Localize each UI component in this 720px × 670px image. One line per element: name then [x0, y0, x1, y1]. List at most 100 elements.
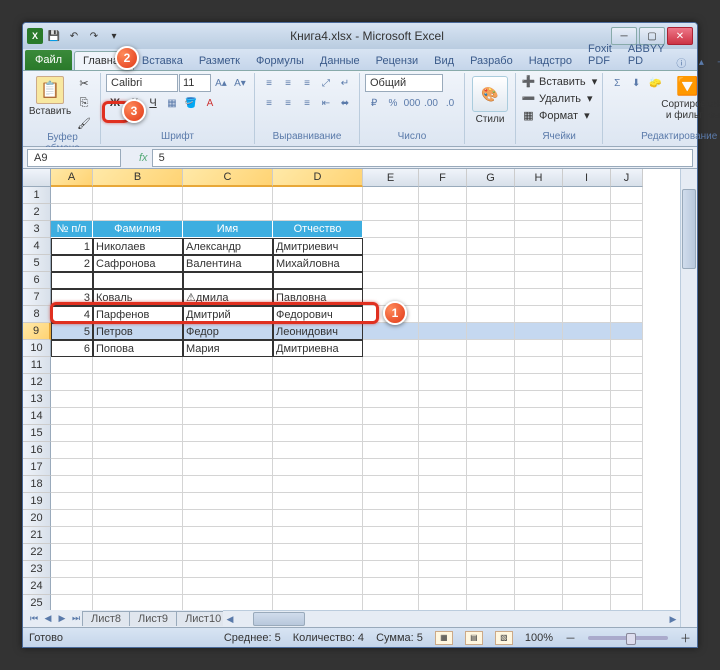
cell[interactable] [419, 187, 467, 204]
cell[interactable] [51, 510, 93, 527]
cell[interactable] [563, 323, 611, 340]
cell[interactable] [273, 544, 363, 561]
cell[interactable] [515, 221, 563, 238]
cell[interactable]: Мария [183, 340, 273, 357]
cell[interactable] [563, 255, 611, 272]
col-header-C[interactable]: C [183, 169, 273, 187]
cell[interactable] [183, 357, 273, 374]
tab-nav-first-icon[interactable]: ⏮ [27, 612, 41, 626]
view-break-icon[interactable]: ▧ [495, 631, 513, 645]
fill-icon[interactable]: ⬇ [627, 74, 645, 92]
inc-decimal-icon[interactable]: .00 [422, 94, 440, 112]
cell[interactable] [363, 374, 419, 391]
cell[interactable] [563, 272, 611, 289]
cell[interactable] [363, 272, 419, 289]
cell[interactable] [611, 357, 643, 374]
hscroll-left-icon[interactable]: ◀ [223, 612, 237, 626]
col-header-B[interactable]: B [93, 169, 183, 187]
cell[interactable] [93, 544, 183, 561]
cell[interactable] [563, 391, 611, 408]
cell[interactable] [515, 408, 563, 425]
cell[interactable] [611, 578, 643, 595]
tab-review[interactable]: Рецензи [368, 52, 427, 70]
view-normal-icon[interactable]: ▦ [435, 631, 453, 645]
hscroll-thumb[interactable] [253, 612, 305, 626]
cell[interactable] [419, 442, 467, 459]
cell[interactable]: Дмитрий [183, 306, 273, 323]
fx-icon[interactable]: fx [139, 152, 148, 164]
cell[interactable]: Дмитриевна [273, 340, 363, 357]
cell[interactable] [467, 561, 515, 578]
cell[interactable] [467, 459, 515, 476]
cell[interactable] [611, 459, 643, 476]
cell[interactable] [467, 289, 515, 306]
number-format-select[interactable]: Общий [365, 74, 443, 92]
cell[interactable] [51, 459, 93, 476]
row-header-5[interactable]: 5 [23, 255, 51, 272]
row-header-21[interactable]: 21 [23, 527, 51, 544]
cell[interactable] [183, 442, 273, 459]
cell[interactable] [93, 391, 183, 408]
cell[interactable] [363, 527, 419, 544]
redo-icon[interactable]: ↷ [85, 27, 103, 45]
align-center-icon[interactable]: ≡ [279, 94, 297, 112]
undo-icon[interactable]: ↶ [65, 27, 83, 45]
cell[interactable] [515, 493, 563, 510]
cell[interactable] [51, 187, 93, 204]
cut-icon[interactable]: ✂ [73, 74, 95, 92]
cell[interactable] [563, 578, 611, 595]
cell[interactable] [611, 221, 643, 238]
sheet-tab-Лист8[interactable]: Лист8 [82, 611, 130, 626]
col-header-D[interactable]: D [273, 169, 363, 187]
cell[interactable] [611, 476, 643, 493]
cell[interactable] [93, 408, 183, 425]
row-header-1[interactable]: 1 [23, 187, 51, 204]
cell[interactable] [467, 272, 515, 289]
row-header-17[interactable]: 17 [23, 459, 51, 476]
tab-layout[interactable]: Разметк [191, 52, 248, 70]
cell[interactable]: Петров [93, 323, 183, 340]
border-icon[interactable]: ▦ [163, 94, 181, 112]
cell[interactable] [467, 238, 515, 255]
row-header-8[interactable]: 8 [23, 306, 51, 323]
cell[interactable] [51, 442, 93, 459]
cell[interactable] [183, 527, 273, 544]
cell[interactable] [273, 578, 363, 595]
help-icon[interactable]: ⓘ [672, 54, 690, 70]
fill-color-icon[interactable]: 🪣 [182, 94, 200, 112]
cell[interactable] [419, 374, 467, 391]
cell[interactable] [563, 544, 611, 561]
cell[interactable] [273, 272, 363, 289]
cell[interactable] [467, 221, 515, 238]
cell[interactable] [515, 510, 563, 527]
row-header-11[interactable]: 11 [23, 357, 51, 374]
select-all-corner[interactable] [23, 169, 51, 187]
cell[interactable] [467, 306, 515, 323]
cell[interactable] [273, 357, 363, 374]
shrink-font-icon[interactable]: A▾ [231, 74, 249, 92]
clear-icon[interactable]: 🧽 [646, 74, 664, 92]
cell[interactable] [51, 476, 93, 493]
sort-filter-button[interactable]: 🔽 Сортировка и фильтр [667, 74, 707, 123]
cell[interactable] [515, 204, 563, 221]
tab-view[interactable]: Вид [426, 52, 462, 70]
cell[interactable]: Парфенов [93, 306, 183, 323]
save-icon[interactable]: 💾 [45, 27, 63, 45]
tab-nav-last-icon[interactable]: ⏭ [69, 612, 83, 626]
cell[interactable]: Фамилия [93, 221, 183, 238]
font-name-select[interactable]: Calibri [106, 74, 178, 92]
cell[interactable] [93, 357, 183, 374]
cell[interactable] [51, 527, 93, 544]
row-header-18[interactable]: 18 [23, 476, 51, 493]
qat-more-icon[interactable]: ▾ [105, 27, 123, 45]
cell[interactable] [183, 476, 273, 493]
cell[interactable] [563, 306, 611, 323]
scroll-thumb[interactable] [682, 189, 696, 269]
cell[interactable] [183, 493, 273, 510]
col-header-F[interactable]: F [419, 169, 467, 187]
cell[interactable]: Попова [93, 340, 183, 357]
cell[interactable] [563, 442, 611, 459]
tab-file[interactable]: Файл [25, 50, 72, 70]
cells-insert-button[interactable]: ➕Вставить ▾ [521, 74, 597, 89]
row-header-9[interactable]: 9 [23, 323, 51, 340]
